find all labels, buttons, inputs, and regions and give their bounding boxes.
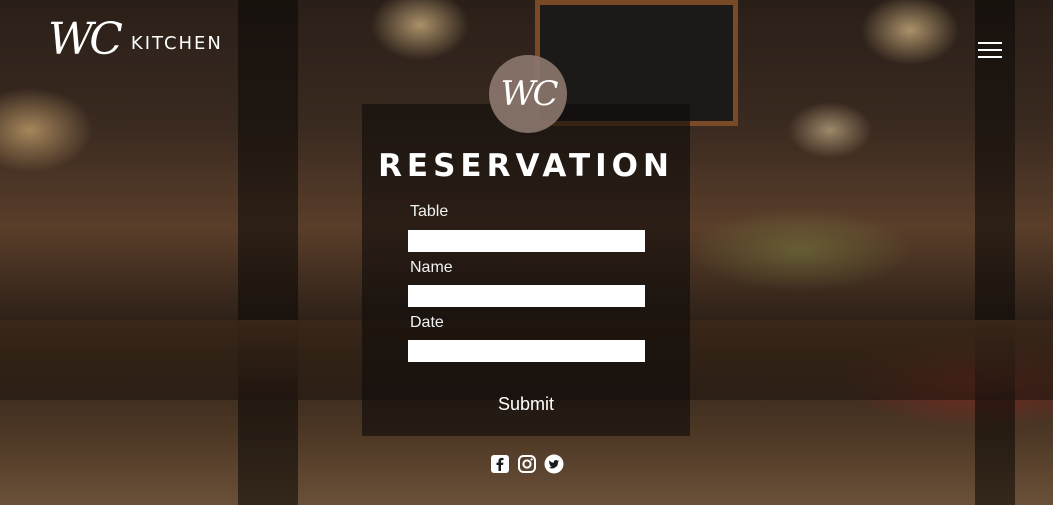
badge-logo: WC bbox=[489, 55, 567, 133]
twitter-icon[interactable] bbox=[544, 454, 564, 474]
site-logo[interactable]: WC KITCHEN bbox=[48, 18, 223, 62]
page-title: RESERVATION bbox=[378, 148, 674, 184]
instagram-icon[interactable] bbox=[517, 454, 537, 474]
date-input[interactable] bbox=[408, 340, 645, 362]
social-links bbox=[490, 454, 564, 474]
background-pillar-right bbox=[975, 0, 1015, 505]
table-input[interactable] bbox=[408, 230, 645, 252]
background-pillar-left bbox=[238, 0, 298, 505]
submit-button[interactable]: Submit bbox=[466, 390, 586, 418]
facebook-icon[interactable] bbox=[490, 454, 510, 474]
menu-bar bbox=[978, 42, 1002, 44]
name-label: Name bbox=[410, 259, 453, 276]
logo-text: KITCHEN bbox=[130, 32, 223, 54]
table-label: Table bbox=[410, 203, 449, 220]
date-label: Date bbox=[410, 314, 444, 331]
badge-mark: WC bbox=[500, 74, 559, 114]
name-input[interactable] bbox=[408, 285, 645, 307]
hamburger-menu-icon[interactable] bbox=[978, 40, 1002, 60]
logo-mark: WC bbox=[48, 14, 123, 65]
menu-bar bbox=[978, 49, 1002, 51]
menu-bar bbox=[978, 56, 1002, 58]
